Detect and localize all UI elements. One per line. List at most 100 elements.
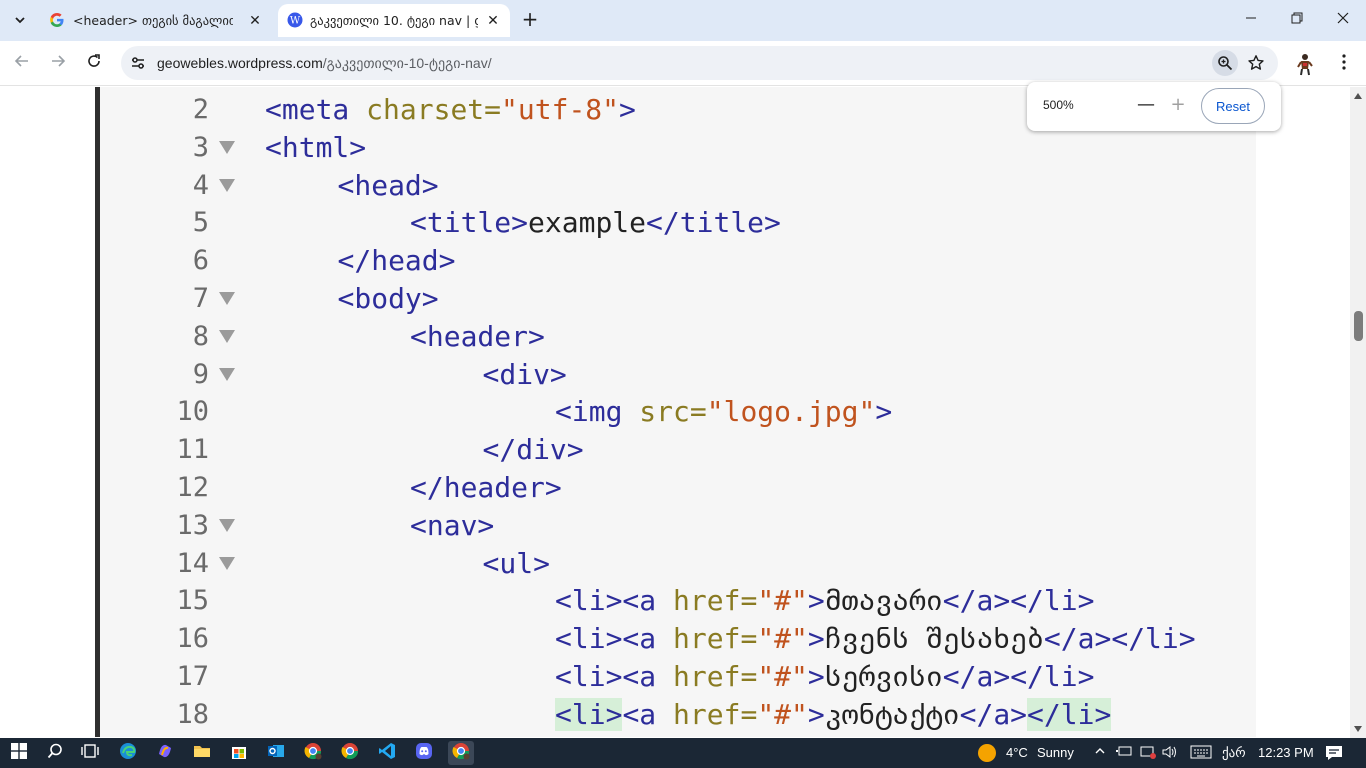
taskbar-vscode[interactable]	[374, 741, 400, 765]
reload-button[interactable]	[80, 49, 108, 77]
browser-tab-2-active[interactable]: W გაკვეთილი 10. ტეგი nav | ge ✕	[278, 4, 510, 37]
profile-avatar[interactable]	[1293, 52, 1317, 76]
tab-strip: <header> თეგის მაგალითი | ✕ W გაკვეთილი …	[0, 0, 1366, 41]
zoom-out-button[interactable]: —	[1135, 94, 1157, 116]
code-text: <li><a href="#">სერვისი</a></li>	[555, 658, 1094, 696]
notification-icon[interactable]	[1325, 745, 1343, 761]
taskbar-file-explorer[interactable]	[189, 741, 215, 765]
arrow-right-icon	[50, 53, 66, 73]
close-icon	[1337, 12, 1349, 28]
code-token: </a></li>	[942, 584, 1095, 618]
scroll-up-arrow-icon[interactable]	[1354, 93, 1362, 99]
browser-menu-button[interactable]	[1332, 51, 1356, 77]
code-text: <header>	[410, 318, 545, 356]
code-token: <nav>	[410, 508, 495, 542]
fold-arrow-icon[interactable]	[219, 140, 235, 154]
start-button[interactable]	[6, 741, 32, 765]
code-token: </title>	[646, 206, 781, 240]
taskbar-chrome[interactable]	[337, 741, 363, 765]
code-text: </div>	[483, 431, 584, 469]
zoom-popup: 500% — + Reset	[1027, 82, 1281, 131]
chrome-icon	[452, 742, 470, 764]
line-number: 10	[176, 396, 209, 428]
taskbar-store[interactable]	[226, 741, 252, 765]
code-token: example	[528, 206, 647, 240]
code-token: <li><a	[555, 622, 674, 656]
close-icon[interactable]: ✕	[484, 12, 502, 30]
svg-text:W: W	[290, 16, 301, 27]
fold-arrow-icon[interactable]	[219, 367, 235, 381]
taskbar-outlook[interactable]	[263, 741, 289, 765]
tab-search-button[interactable]	[6, 7, 34, 35]
scroll-down-arrow-icon[interactable]	[1354, 726, 1362, 732]
browser-tab-1[interactable]: <header> თეგის მაგალითი | ✕	[40, 4, 272, 37]
window-close-button[interactable]	[1320, 0, 1366, 40]
search-button[interactable]	[42, 741, 68, 765]
line-number: 17	[176, 661, 209, 692]
code-token: <title>	[410, 206, 529, 240]
code-token: "#"	[757, 697, 808, 731]
code-token: </head>	[337, 244, 456, 278]
tab-title: <header> თეგის მაგალითი |	[73, 13, 233, 28]
code-text: <div>	[483, 356, 567, 394]
line-number: 2	[192, 94, 209, 125]
task-view-button[interactable]	[77, 741, 103, 765]
input-language[interactable]: ქარ	[1222, 745, 1246, 761]
clock-time[interactable]: 12:23 PM	[1258, 745, 1314, 760]
code-line: 17 <li><a href="#">სერვისი</a></li>	[100, 658, 1250, 696]
chrome-icon	[304, 742, 322, 764]
zoom-in-button[interactable]: +	[1167, 94, 1189, 116]
page-scrollbar[interactable]	[1350, 87, 1366, 738]
code-line: 4 <head>	[100, 167, 1250, 205]
address-bar[interactable]: geowebles.wordpress.com/გაკვეთილი-10-ტეგ…	[121, 46, 1278, 80]
keyboard-icon[interactable]	[1190, 745, 1212, 761]
network-icon[interactable]	[1140, 745, 1156, 761]
url-path: /გაკვეთილი-10-ტეგი-nav/	[322, 55, 492, 71]
url-text[interactable]: geowebles.wordpress.com/გაკვეთილი-10-ტეგ…	[157, 55, 492, 72]
code-line: 14 <ul>	[100, 545, 1250, 583]
minimize-button[interactable]	[1228, 0, 1274, 40]
line-number: 13	[176, 509, 209, 541]
code-text: <li><a href="#">მთავარი</a></li>	[555, 582, 1094, 620]
code-text: <html>	[265, 129, 366, 167]
fold-arrow-icon[interactable]	[219, 556, 235, 570]
restore-button[interactable]	[1274, 0, 1320, 40]
volume-icon[interactable]	[1162, 745, 1178, 761]
back-button[interactable]	[8, 49, 36, 77]
taskbar-chrome-profile[interactable]	[300, 741, 326, 765]
code-token: "#"	[757, 622, 808, 656]
restore-icon	[1291, 12, 1303, 28]
code-token: <head>	[337, 168, 439, 202]
fold-arrow-icon[interactable]	[219, 329, 235, 343]
line-number: 3	[192, 131, 209, 163]
scrollbar-thumb[interactable]	[1354, 311, 1363, 341]
code-line: 15 <li><a href="#">მთავარი</a></li>	[100, 582, 1250, 620]
weather-sun-icon[interactable]	[977, 743, 997, 763]
windows-taskbar: 4°C Sunny ქარ 12:23 PM	[0, 738, 1366, 768]
line-number: 6	[192, 245, 209, 277]
forward-button[interactable]	[44, 49, 72, 77]
bookmark-star-icon[interactable]	[1244, 51, 1268, 75]
site-info-icon[interactable]	[129, 54, 147, 72]
chevron-up-icon[interactable]	[1092, 745, 1108, 761]
line-number: 18	[176, 698, 209, 730]
line-number: 7	[192, 283, 209, 314]
zoom-reset-button[interactable]: Reset	[1201, 88, 1265, 124]
fold-arrow-icon[interactable]	[219, 518, 235, 532]
taskbar-edge[interactable]	[115, 741, 141, 765]
google-icon	[49, 12, 65, 28]
battery-icon[interactable]	[1116, 745, 1132, 761]
new-tab-button[interactable]: +	[518, 8, 542, 32]
taskbar-copilot[interactable]	[152, 741, 178, 765]
fold-arrow-icon[interactable]	[219, 178, 235, 192]
close-icon[interactable]: ✕	[246, 12, 264, 30]
taskbar-discord[interactable]	[411, 741, 437, 765]
code-token: >	[807, 697, 825, 731]
fold-arrow-icon[interactable]	[219, 292, 235, 305]
code-line: 5 <title>example</title>	[100, 204, 1250, 242]
code-token: <li><a	[555, 660, 674, 693]
code-token: "utf-8"	[501, 93, 620, 126]
code-token: </a></li>	[1043, 622, 1196, 656]
zoom-icon[interactable]	[1212, 50, 1238, 76]
taskbar-chrome-active[interactable]	[448, 741, 474, 765]
